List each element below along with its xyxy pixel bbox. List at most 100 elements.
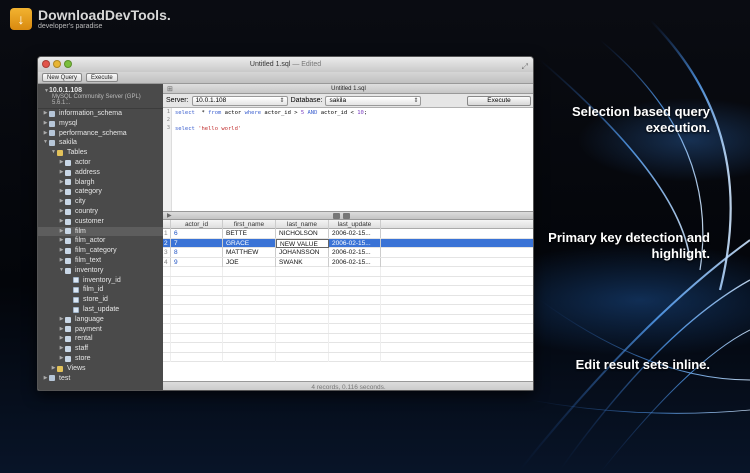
disclosure-collapsed-icon[interactable]: ▶ <box>42 119 49 129</box>
sidebar-item-inventory[interactable]: ▼ inventory <box>38 266 163 276</box>
disclosure-collapsed-icon[interactable]: ▶ <box>58 236 65 246</box>
database-icon <box>49 140 55 147</box>
sidebar-item-test[interactable]: ▶ test <box>38 374 163 384</box>
table-row[interactable]: 2 7 GRACE NEW VALUE 2006-02-15... <box>163 238 533 248</box>
sidebar-item-rental[interactable]: ▶ rental <box>38 334 163 344</box>
sidebar-item-sakila[interactable]: ▼ sakila <box>38 138 163 148</box>
sidebar-item-film-id[interactable]: film_id <box>38 285 163 295</box>
disclosure-collapsed-icon[interactable]: ▶ <box>58 207 65 217</box>
disclosure-collapsed-icon[interactable]: ▶ <box>58 344 65 354</box>
sidebar-item-store[interactable]: ▶ store <box>38 354 163 364</box>
sidebar-item-address[interactable]: ▶ address <box>38 168 163 178</box>
fullscreen-icon[interactable]: ⤢ <box>522 59 528 74</box>
add-tab-icon[interactable]: ⊞ <box>167 85 173 95</box>
database-select[interactable]: sakila ⇕ <box>325 95 422 106</box>
table-row[interactable]: 4 9 JOE SWANK 2006-02-15... <box>163 257 533 267</box>
sidebar-item-information-schema[interactable]: ▶ information_schema <box>38 109 163 119</box>
column-header-last-update[interactable]: last_update <box>329 220 381 229</box>
disclosure-collapsed-icon[interactable]: ▶ <box>58 168 65 178</box>
table-cell[interactable]: 8 <box>171 248 223 257</box>
sidebar-item-category[interactable]: ▶ category <box>38 187 163 197</box>
window-titlebar[interactable]: Untitled 1.sql — Edited ⤢ <box>38 57 533 72</box>
disclosure-collapsed-icon[interactable]: ▶ <box>58 354 65 364</box>
disclosure-collapsed-icon[interactable]: ▶ <box>42 374 49 384</box>
disclosure-collapsed-icon[interactable]: ▶ <box>50 364 57 374</box>
sidebar-item-store-id[interactable]: store_id <box>38 295 163 305</box>
disclosure-collapsed-icon[interactable]: ▶ <box>58 334 65 344</box>
sidebar-item-blargh[interactable]: ▶ blargh <box>38 178 163 188</box>
sidebar-item-actor[interactable]: ▶ actor <box>38 158 163 168</box>
play-icon[interactable]: ▶ <box>167 212 172 219</box>
table-cell[interactable]: NICHOLSON <box>276 229 329 238</box>
server-entry[interactable]: ▼10.0.1.108 MySQL Community Server (GPL)… <box>38 84 163 109</box>
sidebar-item-views[interactable]: ▶ Views <box>38 364 163 374</box>
disclosure-collapsed-icon[interactable]: ▶ <box>58 197 65 207</box>
export-icon[interactable] <box>333 213 340 219</box>
table-cell[interactable]: GRACE <box>223 238 276 248</box>
column-header-first-name[interactable]: first_name <box>223 220 276 229</box>
table-cell[interactable]: 9 <box>171 257 223 267</box>
table-cell[interactable]: BETTE <box>223 229 276 238</box>
zoom-button[interactable] <box>64 60 72 68</box>
table-cell[interactable]: 7 <box>171 238 223 248</box>
close-button[interactable] <box>42 60 50 68</box>
cell-editor-input[interactable]: NEW VALUE <box>276 238 329 248</box>
sidebar-item-staff[interactable]: ▶ staff <box>38 344 163 354</box>
disclosure-collapsed-icon[interactable]: ▶ <box>58 178 65 188</box>
sidebar-item-mysql[interactable]: ▶ mysql <box>38 119 163 129</box>
disclosure-expanded-icon[interactable]: ▼ <box>42 138 49 148</box>
code-line[interactable]: select 'hello world' <box>175 125 367 133</box>
sidebar-item-film-text[interactable]: ▶ film_text <box>38 256 163 266</box>
table-cell[interactable]: 6 <box>171 229 223 238</box>
sql-editor[interactable]: 1 2 3 select * from actor where actor_id >… <box>163 108 533 211</box>
table-cell[interactable]: MATTHEW <box>223 248 276 257</box>
sidebar-item-language[interactable]: ▶ language <box>38 315 163 325</box>
table-cell[interactable]: JOHANSSON <box>276 248 329 257</box>
disclosure-expanded-icon[interactable]: ▼ <box>50 148 57 158</box>
sidebar-item-label: actor <box>75 158 91 166</box>
column-header-last-name[interactable]: last_name <box>276 220 329 229</box>
disclosure-collapsed-icon[interactable]: ▶ <box>58 217 65 227</box>
disclosure-collapsed-icon[interactable]: ▶ <box>58 227 65 237</box>
disclosure-collapsed-icon[interactable]: ▶ <box>42 109 49 119</box>
sidebar-item-film[interactable]: ▶ film <box>38 226 163 237</box>
disclosure-expanded-icon[interactable]: ▼ <box>58 266 65 276</box>
sidebar-item-film-category[interactable]: ▶ film_category <box>38 246 163 256</box>
disclosure-collapsed-icon[interactable]: ▶ <box>58 187 65 197</box>
pane-splitter[interactable]: ▶ <box>163 211 533 220</box>
code-area[interactable]: select * from actor where actor_id > 5 A… <box>175 109 367 133</box>
code-line[interactable] <box>175 117 367 125</box>
execute-button[interactable]: Execute <box>467 95 531 106</box>
column-header-actor-id[interactable]: actor_id <box>171 220 223 229</box>
table-cell[interactable]: 2006-02-15... <box>329 229 381 238</box>
disclosure-collapsed-icon[interactable]: ▶ <box>42 129 49 139</box>
table-cell[interactable]: JOE <box>223 257 276 267</box>
disclosure-collapsed-icon[interactable]: ▶ <box>58 158 65 168</box>
disclosure-collapsed-icon[interactable]: ▶ <box>58 315 65 325</box>
table-row[interactable]: 1 6 BETTE NICHOLSON 2006-02-15... <box>163 229 533 239</box>
table-cell[interactable]: 2006-02-15... <box>329 257 381 267</box>
sidebar-item-tables[interactable]: ▼ Tables <box>38 148 163 158</box>
disclosure-collapsed-icon[interactable]: ▶ <box>58 325 65 335</box>
sidebar-item-payment[interactable]: ▶ payment <box>38 325 163 335</box>
sidebar-item-film-actor[interactable]: ▶ film_actor <box>38 236 163 246</box>
sidebar-item-last-update[interactable]: last_update <box>38 305 163 315</box>
sidebar-item-customer[interactable]: ▶ customer <box>38 217 163 227</box>
copy-icon[interactable] <box>343 213 350 219</box>
disclosure-collapsed-icon[interactable]: ▶ <box>58 256 65 266</box>
table-cell[interactable]: 2006-02-15... <box>329 238 381 248</box>
code-line[interactable]: select * from actor where actor_id > 5 A… <box>175 109 367 117</box>
disclosure-collapsed-icon[interactable]: ▶ <box>58 246 65 256</box>
server-select[interactable]: 10.0.1.108 ⇕ <box>191 95 288 106</box>
sidebar-item-inventory-id[interactable]: inventory_id <box>38 276 163 286</box>
sidebar-item-country[interactable]: ▶ country <box>38 207 163 217</box>
sidebar-item-city[interactable]: ▶ city <box>38 197 163 207</box>
tab-untitled[interactable]: Untitled 1.sql <box>331 86 366 92</box>
sidebar-item-performance-schema[interactable]: ▶ performance_schema <box>38 129 163 139</box>
table-row[interactable]: 3 8 MATTHEW JOHANSSON 2006-02-15... <box>163 248 533 258</box>
toolbar-execute-button[interactable]: Execute <box>86 73 118 82</box>
new-query-button[interactable]: New Query <box>42 73 83 82</box>
table-cell[interactable]: SWANK <box>276 257 329 267</box>
table-cell[interactable]: 2006-02-15... <box>329 248 381 257</box>
minimize-button[interactable] <box>53 60 61 68</box>
